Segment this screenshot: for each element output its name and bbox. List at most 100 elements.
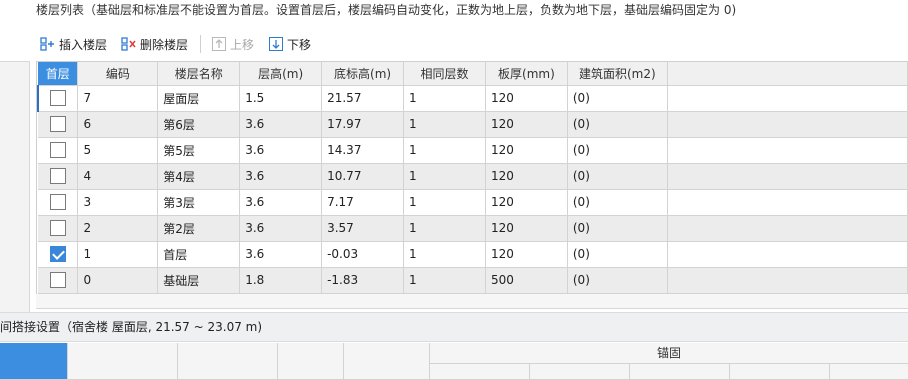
cell-bottom-elevation[interactable]: 17.97 [321, 111, 405, 138]
cell-slab-thickness[interactable]: 120 [485, 241, 568, 268]
cell-floor-area[interactable]: (0) [567, 111, 668, 138]
anchor-subheader-cell[interactable] [730, 364, 830, 380]
cell-height[interactable]: 3.6 [239, 189, 323, 216]
cell-same-count[interactable]: 1 [403, 137, 486, 164]
column-header-same-count[interactable]: 相同层数 [403, 62, 486, 86]
cell-slab-thickness[interactable]: 120 [485, 189, 568, 216]
cell-same-count[interactable]: 1 [403, 267, 486, 294]
table-row[interactable]: 2 第2层 3.6 3.57 1 120 (0) [38, 215, 908, 242]
cell-name[interactable]: 屋面层 [157, 85, 241, 112]
cell-floor-area[interactable]: (0) [567, 85, 668, 112]
table-row[interactable]: 5 第5层 3.6 14.37 1 120 (0) [38, 137, 908, 164]
anchor-subheader-cell[interactable] [630, 364, 730, 380]
cell-bottom-elevation[interactable]: 10.77 [321, 163, 405, 190]
cell-code[interactable]: 0 [77, 267, 159, 294]
cell-code[interactable]: 4 [77, 163, 159, 190]
first-floor-checkbox[interactable] [49, 168, 66, 184]
cell-slab-thickness[interactable]: 120 [485, 163, 568, 190]
cell-same-count[interactable]: 1 [403, 85, 486, 112]
cell-floor-area[interactable]: (0) [567, 267, 668, 294]
delete-floor-icon [121, 36, 137, 52]
insert-floor-button[interactable]: 插入楼层 [36, 33, 111, 55]
cell-name[interactable]: 基础层 [157, 267, 241, 294]
cell-floor-area[interactable]: (0) [567, 163, 668, 190]
cell-same-count[interactable]: 1 [403, 111, 486, 138]
table-row[interactable]: 6 第6层 3.6 17.97 1 120 (0) [38, 111, 908, 138]
cell-name[interactable]: 第6层 [157, 111, 241, 138]
delete-floor-button[interactable]: 删除楼层 [117, 33, 192, 55]
column-header-floor-area[interactable]: 建筑面积(m2) [567, 62, 668, 86]
cell-same-count[interactable]: 1 [403, 189, 486, 216]
cell-bottom-elevation[interactable]: -1.83 [321, 267, 405, 294]
cell-filler [667, 267, 908, 294]
table-row[interactable]: 7 屋面层 1.5 21.57 1 120 (0) [37, 85, 908, 112]
cell-name[interactable]: 第3层 [157, 189, 241, 216]
cell-slab-thickness[interactable]: 120 [485, 111, 568, 138]
cell-slab-thickness[interactable]: 120 [485, 137, 568, 164]
cell-code[interactable]: 1 [77, 241, 159, 268]
cell-height[interactable]: 3.6 [239, 137, 323, 164]
first-floor-checkbox[interactable] [49, 272, 66, 288]
cell-filler [667, 137, 908, 164]
move-up-button[interactable]: 上移 [207, 33, 258, 55]
lap-header-cell[interactable] [344, 343, 430, 380]
cell-same-count[interactable]: 1 [403, 241, 486, 268]
column-header-filler [667, 62, 908, 86]
cell-code[interactable]: 6 [77, 111, 159, 138]
first-floor-checkbox[interactable] [49, 116, 66, 132]
column-header-name[interactable]: 楼层名称 [157, 62, 241, 86]
cell-name[interactable]: 第4层 [157, 163, 241, 190]
cell-code[interactable]: 3 [77, 189, 159, 216]
cell-code[interactable]: 5 [77, 137, 159, 164]
cell-bottom-elevation[interactable]: 14.37 [321, 137, 405, 164]
cell-bottom-elevation[interactable]: 21.57 [321, 85, 405, 112]
first-floor-checkbox[interactable] [49, 246, 66, 262]
lap-header-cell[interactable] [178, 343, 278, 380]
cell-code[interactable]: 2 [77, 215, 159, 242]
table-row[interactable]: 4 第4层 3.6 10.77 1 120 (0) [38, 163, 908, 190]
cell-height[interactable]: 3.6 [239, 111, 323, 138]
first-floor-checkbox[interactable] [49, 194, 66, 210]
cell-height[interactable]: 3.6 [239, 163, 323, 190]
column-header-height[interactable]: 层高(m) [239, 62, 323, 86]
first-floor-checkbox[interactable] [49, 142, 66, 158]
column-header-code[interactable]: 编码 [77, 62, 159, 86]
table-row[interactable]: 1 首层 3.6 -0.03 1 120 (0) [38, 241, 908, 268]
first-floor-checkbox[interactable] [49, 220, 66, 236]
cell-slab-thickness[interactable]: 120 [485, 85, 568, 112]
anchor-subheader-cell[interactable] [430, 364, 530, 380]
cell-first-floor [38, 215, 79, 242]
cell-height[interactable]: 3.6 [239, 241, 323, 268]
cell-name[interactable]: 第5层 [157, 137, 241, 164]
cell-floor-area[interactable]: (0) [567, 137, 668, 164]
cell-filler [667, 163, 908, 190]
cell-bottom-elevation[interactable]: -0.03 [321, 241, 405, 268]
cell-floor-area[interactable]: (0) [567, 189, 668, 216]
anchor-subheader-cell[interactable] [830, 364, 908, 380]
lap-header-cell[interactable] [278, 343, 344, 380]
cell-name[interactable]: 第2层 [157, 215, 241, 242]
cell-height[interactable]: 1.5 [239, 85, 323, 112]
first-floor-checkbox[interactable] [50, 90, 67, 106]
cell-slab-thickness[interactable]: 500 [485, 267, 568, 294]
cell-same-count[interactable]: 1 [403, 163, 486, 190]
move-down-button[interactable]: 下移 [264, 33, 315, 55]
cell-height[interactable]: 3.6 [239, 215, 323, 242]
cell-same-count[interactable]: 1 [403, 215, 486, 242]
anchor-subheader-cell[interactable] [530, 364, 630, 380]
cell-slab-thickness[interactable]: 120 [485, 215, 568, 242]
column-header-slab-thickness[interactable]: 板厚(mm) [485, 62, 568, 86]
cell-floor-area[interactable]: (0) [567, 215, 668, 242]
cell-height[interactable]: 1.8 [239, 267, 323, 294]
lap-header-cell[interactable] [68, 343, 178, 380]
cell-code[interactable]: 7 [77, 85, 159, 112]
cell-bottom-elevation[interactable]: 3.57 [321, 215, 405, 242]
table-row[interactable]: 0 基础层 1.8 -1.83 1 500 (0) [38, 267, 908, 294]
lap-header-selected-cell[interactable] [0, 343, 68, 380]
cell-name[interactable]: 首层 [157, 241, 241, 268]
cell-floor-area[interactable]: (0) [567, 241, 668, 268]
table-row[interactable]: 3 第3层 3.6 7.17 1 120 (0) [38, 189, 908, 216]
column-header-bottom-elevation[interactable]: 底标高(m) [321, 62, 405, 86]
column-header-first-floor[interactable]: 首层 [38, 62, 79, 86]
cell-bottom-elevation[interactable]: 7.17 [321, 189, 405, 216]
